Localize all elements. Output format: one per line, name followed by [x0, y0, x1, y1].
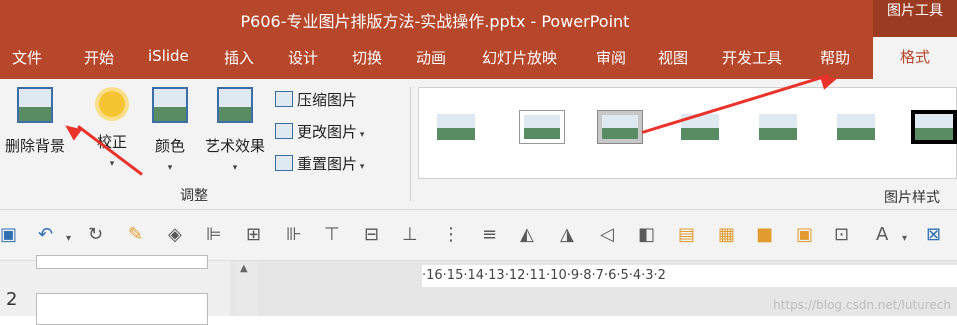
fit-slide-icon[interactable]: ⊠ [926, 226, 941, 244]
tab-format[interactable]: 格式 [873, 37, 957, 79]
group-divider [410, 87, 411, 201]
align-right-icon[interactable]: ⊪ [286, 226, 302, 244]
compress-label: 压缩图片 [297, 91, 358, 109]
window-title: P606-专业图片排版方法-实战操作.pptx - PowerPoint [240, 12, 630, 31]
color-button[interactable]: 颜色 ▾ [146, 87, 194, 174]
remove-background-icon [17, 87, 53, 123]
adjust-group-label: 调整 [180, 188, 208, 204]
tab-file[interactable]: 文件 [12, 47, 42, 68]
color-icon [152, 87, 188, 123]
format-painter-icon[interactable]: ✎ [128, 226, 143, 244]
reset-picture-button[interactable]: 重置图片 ▾ [275, 153, 364, 174]
thumbnail-scrollbar[interactable]: ▲ [236, 261, 258, 316]
chevron-down-icon: ▾ [232, 163, 238, 173]
corrections-button[interactable]: 校正 ▾ [88, 91, 136, 170]
triangle-left-icon[interactable]: ◁ [600, 226, 614, 244]
text-icon[interactable]: A [876, 226, 888, 244]
tab-home[interactable]: 开始 [84, 47, 114, 68]
artistic-effects-label: 艺术效果 [204, 137, 265, 155]
chevron-down-icon: ▾ [109, 159, 115, 169]
scroll-up-icon[interactable]: ▲ [240, 263, 248, 274]
tab-design[interactable]: 设计 [288, 47, 318, 68]
slide-number: 2 [6, 289, 18, 310]
change-picture-label: 更改图片 [297, 123, 358, 141]
tab-animations[interactable]: 动画 [416, 47, 446, 68]
remove-background-button[interactable]: 删除背景 [0, 87, 70, 156]
compress-icon [275, 91, 293, 107]
tab-review[interactable]: 审阅 [596, 47, 626, 68]
picture-styles-gallery [418, 87, 957, 179]
rotate-icon[interactable]: ◭ [520, 226, 534, 244]
triangle-right-icon[interactable]: ◧ [638, 226, 655, 244]
tab-help[interactable]: 帮助 [820, 47, 850, 68]
picture-style-7[interactable] [911, 110, 957, 144]
ribbon-tabs: 文件 开始 iSlide 插入 设计 切换 动画 幻灯片放映 审阅 视图 开发工… [0, 37, 957, 79]
redo-icon[interactable]: ↻ [88, 226, 103, 244]
picture-style-5[interactable] [755, 110, 801, 144]
send-backward-icon[interactable]: ▣ [796, 226, 813, 244]
eraser-icon[interactable]: ◈ [168, 226, 182, 244]
corrections-sun-icon [99, 91, 125, 117]
tab-islide[interactable]: iSlide [148, 47, 189, 65]
reset-picture-label: 重置图片 [297, 155, 358, 173]
align-center-icon[interactable]: ⊞ [246, 226, 261, 244]
align-top-icon[interactable]: ⊤ [324, 226, 340, 244]
chevron-down-icon: ▾ [167, 163, 173, 173]
tab-transitions[interactable]: 切换 [352, 47, 382, 68]
ungroup-icon[interactable]: ▦ [718, 226, 735, 244]
picture-style-2[interactable] [519, 110, 565, 144]
watermark: https://blog.csdn.net/luturech [773, 298, 951, 312]
tab-slideshow[interactable]: 幻灯片放映 [482, 47, 557, 68]
chevron-down-icon: ▾ [357, 130, 365, 140]
chevron-down-icon: ▾ [357, 162, 365, 172]
change-picture-button[interactable]: 更改图片 ▾ [275, 121, 364, 142]
flip-icon[interactable]: ◮ [560, 226, 574, 244]
slide-thumbnail[interactable] [36, 293, 208, 325]
horizontal-ruler: ·16·15·14·13·12·11·10·9·8·7·6·5·4·3·2 [422, 265, 957, 287]
artistic-effects-button[interactable]: 艺术效果 ▾ [200, 87, 270, 174]
distribute-horizontal-icon[interactable]: ⋮ [442, 226, 460, 244]
artistic-effects-icon [217, 87, 253, 123]
compress-pictures-button[interactable]: 压缩图片 [275, 89, 357, 110]
remove-background-label: 删除背景 [4, 137, 65, 155]
picture-styles-group-label: 图片样式 [884, 190, 940, 206]
chevron-down-icon[interactable]: ▾ [902, 230, 907, 248]
quick-access-toolbar: ▣ ↶ ▾ ↻ ✎ ◈ ⊫ ⊞ ⊪ ⊤ ⊟ ⊥ ⋮ ≡ ◭ ◮ ◁ ◧ ▤ ▦ … [0, 210, 957, 261]
change-picture-icon [275, 123, 293, 139]
align-bottom-icon[interactable]: ⊥ [402, 226, 418, 244]
tab-view[interactable]: 视图 [658, 47, 688, 68]
workspace: 2 ▲ ·16·15·14·13·12·11·10·9·8·7·6·5·4·3·… [0, 255, 957, 325]
picture-style-3[interactable] [597, 110, 643, 144]
align-middle-icon[interactable]: ⊟ [364, 226, 379, 244]
color-label: 颜色 [154, 137, 185, 155]
picture-style-1[interactable] [433, 110, 479, 144]
ribbon: 删除背景 校正 ▾ 颜色 ▾ 艺术效果 ▾ 压缩图片 更改图片 ▾ 重置图片 ▾… [0, 79, 957, 210]
select-pane-icon[interactable]: ⊡ [834, 226, 849, 244]
slide-thumbnail[interactable] [36, 255, 208, 269]
picture-tools-context-title: 图片工具 [873, 0, 957, 37]
picture-style-6[interactable] [833, 110, 879, 144]
tab-insert[interactable]: 插入 [224, 47, 254, 68]
slide-thumbnail-pane: 2 [0, 255, 230, 325]
group-icon[interactable]: ▤ [678, 226, 695, 244]
bring-forward-icon[interactable]: ■ [756, 226, 773, 244]
reset-picture-icon [275, 155, 293, 171]
align-left-icon[interactable]: ⊫ [206, 226, 222, 244]
undo-icon[interactable]: ↶ [38, 226, 53, 244]
chevron-down-icon[interactable]: ▾ [66, 230, 71, 248]
title-bar: P606-专业图片排版方法-实战操作.pptx - PowerPoint 图片工… [0, 0, 957, 37]
tab-developer[interactable]: 开发工具 [722, 47, 782, 68]
distribute-vertical-icon[interactable]: ≡ [482, 226, 497, 244]
save-icon[interactable]: ▣ [0, 226, 17, 244]
